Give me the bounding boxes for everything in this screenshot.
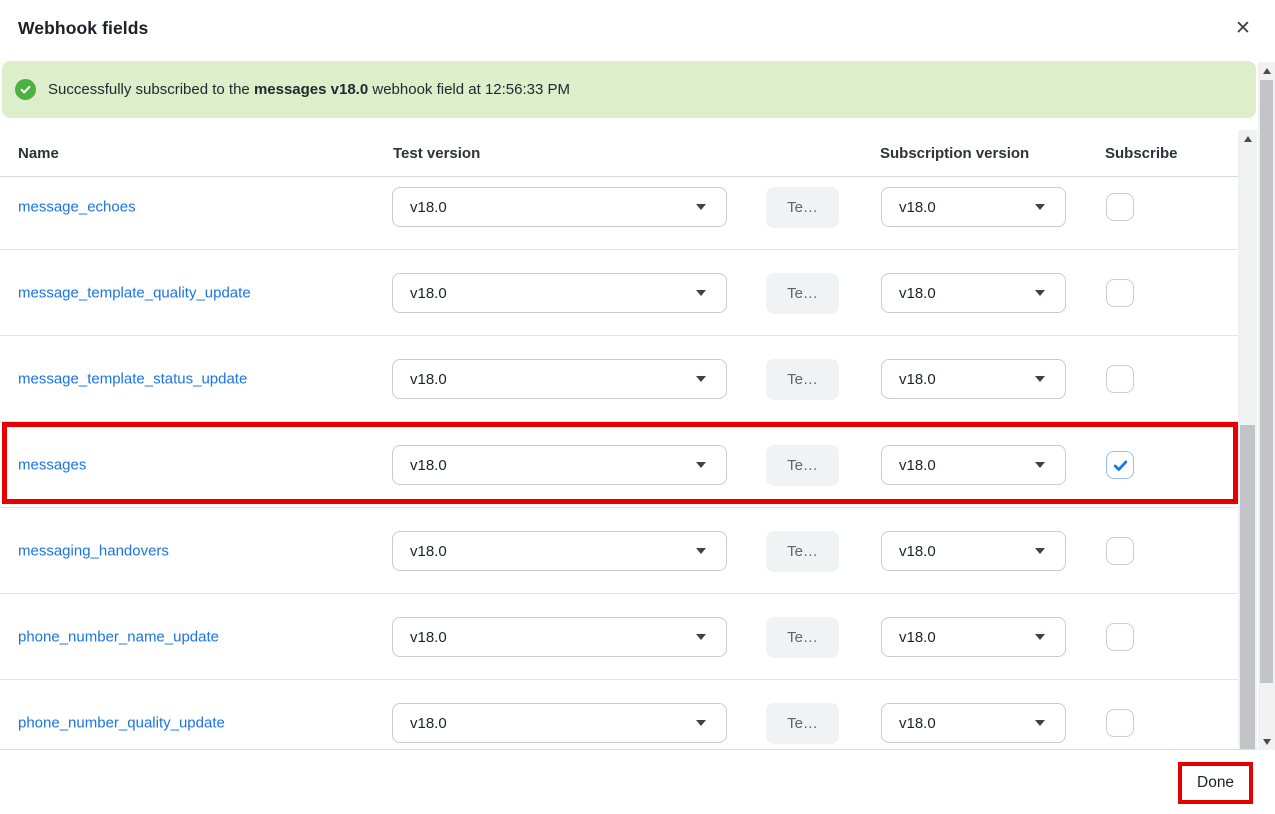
subscription-version-value: v18.0 — [882, 629, 936, 646]
success-message-prefix: Successfully subscribed to the — [48, 81, 254, 98]
test-version-value: v18.0 — [393, 285, 447, 302]
subscription-version-select[interactable]: v18.0 — [881, 187, 1066, 227]
success-check-icon — [15, 79, 36, 100]
caret-down-icon — [1035, 548, 1045, 554]
table-row: phone_number_quality_update v18.0 Te… v1… — [0, 680, 1238, 750]
test-version-value: v18.0 — [393, 715, 447, 732]
dialog-scrollbar — [1258, 62, 1275, 750]
caret-down-icon — [696, 290, 706, 296]
field-name-link[interactable]: phone_number_quality_update — [18, 714, 225, 731]
page-title: Webhook fields — [18, 18, 148, 39]
field-name-link[interactable]: message_echoes — [18, 198, 136, 215]
close-icon[interactable]: ✕ — [1231, 17, 1255, 41]
test-button[interactable]: Te… — [766, 703, 839, 744]
caret-down-icon — [696, 204, 706, 210]
subscription-version-value: v18.0 — [882, 199, 936, 216]
caret-down-icon — [1035, 376, 1045, 382]
success-message-suffix: webhook field at 12:56:33 PM — [368, 81, 570, 98]
subscribe-checkbox[interactable] — [1106, 193, 1134, 221]
subscribe-checkbox[interactable] — [1106, 623, 1134, 651]
table-row: message_template_status_update v18.0 Te…… — [0, 336, 1238, 422]
field-name-link[interactable]: phone_number_name_update — [18, 628, 219, 645]
webhook-fields-dialog: Webhook fields ✕ Successfully subscribed… — [0, 0, 1275, 814]
test-button[interactable]: Te… — [766, 531, 839, 572]
webhook-fields-list: message_echoes v18.0 Te… v18.0 message_t… — [0, 177, 1238, 750]
test-version-value: v18.0 — [393, 543, 447, 560]
scroll-down-icon[interactable] — [1258, 733, 1275, 750]
subscription-version-select[interactable]: v18.0 — [881, 273, 1066, 313]
test-button[interactable]: Te… — [766, 359, 839, 400]
caret-down-icon — [696, 376, 706, 382]
test-version-select[interactable]: v18.0 — [392, 531, 727, 571]
test-button[interactable]: Te… — [766, 187, 839, 228]
test-version-select[interactable]: v18.0 — [392, 187, 727, 227]
test-version-value: v18.0 — [393, 457, 447, 474]
subscribe-checkbox[interactable] — [1106, 279, 1134, 307]
subscribe-checkbox[interactable] — [1106, 451, 1134, 479]
success-message-field: messages v18.0 — [254, 81, 368, 98]
success-message: Successfully subscribed to the messages … — [48, 81, 570, 98]
caret-down-icon — [1035, 720, 1045, 726]
test-version-select[interactable]: v18.0 — [392, 273, 727, 313]
field-name-link[interactable]: messages — [18, 456, 86, 473]
column-header-subscription-version: Subscription version — [880, 130, 1029, 177]
caret-down-icon — [696, 462, 706, 468]
subscribe-checkbox[interactable] — [1106, 537, 1134, 565]
test-version-select[interactable]: v18.0 — [392, 703, 727, 743]
caret-down-icon — [696, 634, 706, 640]
test-version-value: v18.0 — [393, 371, 447, 388]
test-version-value: v18.0 — [393, 199, 447, 216]
success-banner: Successfully subscribed to the messages … — [2, 61, 1256, 118]
test-button[interactable]: Te… — [766, 617, 839, 658]
dialog-scrollbar-thumb[interactable] — [1260, 80, 1273, 683]
field-name-link[interactable]: message_template_status_update — [18, 370, 247, 387]
table-row: messages v18.0 Te… v18.0 — [0, 422, 1238, 508]
caret-down-icon — [1035, 290, 1045, 296]
subscription-version-select[interactable]: v18.0 — [881, 445, 1066, 485]
subscribe-checkbox[interactable] — [1106, 709, 1134, 737]
test-version-select[interactable]: v18.0 — [392, 445, 727, 485]
subscription-version-value: v18.0 — [882, 543, 936, 560]
column-header-subscribe: Subscribe — [1105, 130, 1178, 177]
table-scrollbar — [1238, 130, 1257, 750]
done-button[interactable]: Done — [1182, 766, 1249, 800]
table-row: phone_number_name_update v18.0 Te… v18.0 — [0, 594, 1238, 680]
table-scrollbar-thumb[interactable] — [1240, 425, 1255, 750]
subscription-version-select[interactable]: v18.0 — [881, 531, 1066, 571]
scroll-up-icon[interactable] — [1258, 62, 1275, 79]
scroll-up-icon[interactable] — [1238, 130, 1257, 147]
column-header-test-version: Test version — [393, 130, 480, 177]
field-name-link[interactable]: messaging_handovers — [18, 542, 169, 559]
test-version-value: v18.0 — [393, 629, 447, 646]
test-button[interactable]: Te… — [766, 445, 839, 486]
caret-down-icon — [696, 720, 706, 726]
test-button[interactable]: Te… — [766, 273, 839, 314]
table-row: message_template_quality_update v18.0 Te… — [0, 250, 1238, 336]
caret-down-icon — [1035, 634, 1045, 640]
table-header: Name Test version Subscription version S… — [0, 130, 1238, 177]
subscription-version-select[interactable]: v18.0 — [881, 617, 1066, 657]
subscription-version-select[interactable]: v18.0 — [881, 703, 1066, 743]
test-version-select[interactable]: v18.0 — [392, 359, 727, 399]
subscription-version-value: v18.0 — [882, 285, 936, 302]
subscription-version-value: v18.0 — [882, 457, 936, 474]
test-version-select[interactable]: v18.0 — [392, 617, 727, 657]
caret-down-icon — [1035, 204, 1045, 210]
subscribe-checkbox[interactable] — [1106, 365, 1134, 393]
subscription-version-value: v18.0 — [882, 371, 936, 388]
field-name-link[interactable]: message_template_quality_update — [18, 284, 251, 301]
column-header-name: Name — [18, 130, 59, 177]
footer-divider — [0, 749, 1257, 750]
caret-down-icon — [1035, 462, 1045, 468]
annotation-highlight-box-done: Done — [1178, 762, 1253, 804]
subscription-version-select[interactable]: v18.0 — [881, 359, 1066, 399]
table-row: message_echoes v18.0 Te… v18.0 — [0, 177, 1238, 250]
subscription-version-value: v18.0 — [882, 715, 936, 732]
caret-down-icon — [696, 548, 706, 554]
table-row: messaging_handovers v18.0 Te… v18.0 — [0, 508, 1238, 594]
